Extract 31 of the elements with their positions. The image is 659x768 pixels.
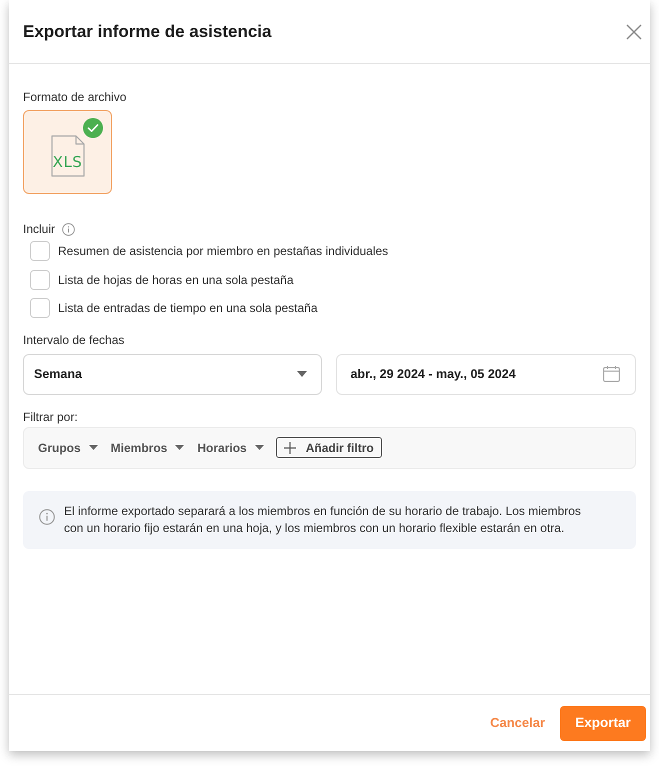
info-icon xyxy=(39,508,55,524)
filter-dropdown[interactable]: Miembros xyxy=(110,438,184,456)
dropdown-value: Semana xyxy=(34,366,82,383)
date-range-value: abr., 29 2024 - may., 05 2024 xyxy=(350,366,516,383)
section-label: Filtrar por: xyxy=(23,408,79,424)
add-filter-button[interactable]: Añadir filtro xyxy=(276,437,382,458)
caret-icon xyxy=(254,445,264,450)
close-icon[interactable] xyxy=(626,24,642,40)
period-dropdown[interactable]: Semana xyxy=(23,354,322,394)
check-badge-icon xyxy=(83,118,103,138)
checkbox[interactable] xyxy=(30,241,50,262)
filter-dropdown[interactable]: Grupos xyxy=(38,438,98,456)
filter-dropdown[interactable]: Horarios xyxy=(197,438,264,456)
caret-icon xyxy=(297,371,308,377)
section-label: Formato de archivo xyxy=(23,89,128,105)
checkbox[interactable] xyxy=(30,270,50,290)
checkbox-label: Resumen de asistencia por miembro en pestañas individuales xyxy=(58,243,388,260)
plus-icon xyxy=(284,442,296,454)
checkbox[interactable] xyxy=(30,298,50,318)
checkbox-label: Lista de hojas de horas en una sola pestaña xyxy=(58,272,294,289)
caret-icon xyxy=(175,445,184,450)
section-label: Incluir xyxy=(23,221,56,237)
info-note-text: El informe exportado separará a los miembros en función de su horario de trabajo. Los miembros con un horario fijo estarán en una hoja, y los miembros con un horario flexible estarán en otra. xyxy=(64,502,582,536)
dialog-title: Exportar informe de asistencia xyxy=(23,20,272,43)
calendar-icon xyxy=(603,366,620,382)
section-label: Intervalo de fechas xyxy=(23,332,126,348)
file-type-label: XLS xyxy=(52,154,82,170)
info-icon xyxy=(62,222,76,236)
date-range-field[interactable]: abr., 29 2024 - may., 05 2024 xyxy=(336,354,636,394)
checkbox-label: Lista de entradas de tiempo en una sola pestaña xyxy=(58,300,318,318)
caret-icon xyxy=(88,445,98,450)
